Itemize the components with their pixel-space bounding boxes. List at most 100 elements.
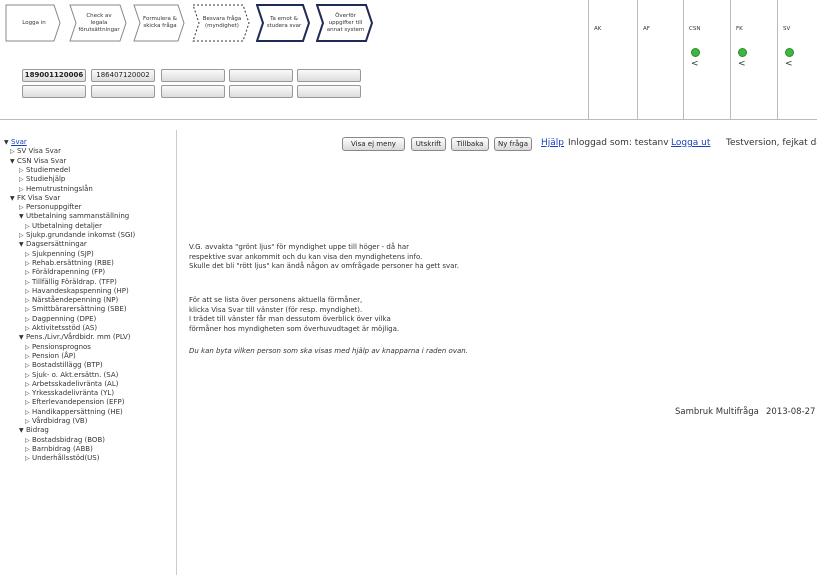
collapsed-triangle-icon[interactable]: ▷ bbox=[25, 436, 32, 445]
tree-item-label[interactable]: Hemutrustningslån bbox=[26, 185, 93, 193]
tree-item-label[interactable]: Närståendepenning (NP) bbox=[32, 296, 118, 304]
tree-item-label[interactable]: Bostadstillägg (BTP) bbox=[32, 361, 103, 369]
tree-item[interactable]: ▷ SV Visa Svar bbox=[10, 147, 61, 156]
tree-item[interactable]: ▷ Yrkesskadelivränta (YL) bbox=[25, 389, 114, 398]
tree-item-label[interactable]: Pensionsprognos bbox=[32, 343, 91, 351]
tree-item-label[interactable]: Studiemedel bbox=[26, 166, 70, 174]
tree-item-label[interactable]: Handikappersättning (HE) bbox=[32, 408, 123, 416]
tree-item[interactable]: ▷ Smittbärarersättning (SBE) bbox=[25, 305, 127, 314]
collapsed-triangle-icon[interactable]: ▷ bbox=[10, 147, 17, 156]
tree-item-label[interactable]: Pens./Livr./Vårdbidr. mm (PLV) bbox=[26, 333, 130, 341]
tree-item-label[interactable]: Vårdbidrag (VB) bbox=[32, 417, 87, 425]
tree-item[interactable]: ▷ Studiehjälp bbox=[19, 175, 65, 184]
collapsed-triangle-icon[interactable]: ▷ bbox=[19, 231, 26, 240]
tree-item-label[interactable]: Dagpenning (DPE) bbox=[32, 315, 96, 323]
collapsed-triangle-icon[interactable]: ▷ bbox=[25, 250, 32, 259]
person-button[interactable] bbox=[22, 85, 86, 98]
tree-item[interactable]: ▷ Personuppgifter bbox=[19, 203, 82, 212]
tree-item[interactable]: ▷ Barnbidrag (ABB) bbox=[25, 445, 93, 454]
tree-item-label[interactable]: Utbetalning detaljer bbox=[32, 222, 102, 230]
collapsed-triangle-icon[interactable]: ▷ bbox=[25, 296, 32, 305]
tree-item-label[interactable]: SV Visa Svar bbox=[17, 147, 61, 155]
tree-item[interactable]: ▷ Sjukp.grundande inkomst (SGI) bbox=[19, 231, 135, 240]
tree-item-label[interactable]: Smittbärarersättning (SBE) bbox=[32, 305, 127, 313]
tree-item[interactable]: ▼ Bidrag bbox=[19, 426, 49, 435]
tree-item[interactable]: ▷ Vårdbidrag (VB) bbox=[25, 417, 87, 426]
tree-item-label[interactable]: Sjuk- o. Akt.ersättn. (SA) bbox=[32, 371, 118, 379]
tree-item-label[interactable]: Tillfällig Föräldrap. (TFP) bbox=[32, 278, 117, 286]
tree-item[interactable]: ▷ Pension (ÅP) bbox=[25, 352, 76, 361]
expand-arrow-icon[interactable]: < bbox=[691, 59, 699, 69]
tree-item[interactable]: ▷ Studiemedel bbox=[19, 166, 70, 175]
collapsed-triangle-icon[interactable]: ▷ bbox=[25, 352, 32, 361]
tree-item-label[interactable]: Svar bbox=[11, 138, 27, 146]
tree-item-label[interactable]: Arbetsskadelivränta (AL) bbox=[32, 380, 118, 388]
expand-arrow-icon[interactable]: < bbox=[738, 59, 746, 69]
tree-item[interactable]: ▷ Dagpenning (DPE) bbox=[25, 315, 96, 324]
expanded-triangle-icon[interactable]: ▼ bbox=[10, 194, 17, 203]
tree-item[interactable]: ▷ Efterlevandepension (EFP) bbox=[25, 398, 124, 407]
tree-item-label[interactable]: Sjukpenning (SJP) bbox=[32, 250, 94, 258]
collapsed-triangle-icon[interactable]: ▷ bbox=[19, 203, 26, 212]
tree-item[interactable]: ▷ Sjuk- o. Akt.ersättn. (SA) bbox=[25, 371, 118, 380]
logout-link[interactable]: Logga ut bbox=[671, 138, 710, 148]
tree-item[interactable]: ▷ Föräldrapenning (FP) bbox=[25, 268, 105, 277]
collapsed-triangle-icon[interactable]: ▷ bbox=[25, 398, 32, 407]
utskrift-button[interactable]: Utskrift bbox=[411, 137, 446, 151]
collapsed-triangle-icon[interactable]: ▷ bbox=[25, 371, 32, 380]
expanded-triangle-icon[interactable]: ▼ bbox=[4, 138, 11, 147]
ny-fraga-button[interactable]: Ny fråga bbox=[494, 137, 532, 151]
person-button[interactable] bbox=[161, 85, 225, 98]
tree-item-label[interactable]: Bostadsbidrag (BOB) bbox=[32, 436, 105, 444]
person-button[interactable]: 189001120006 bbox=[22, 69, 86, 82]
collapsed-triangle-icon[interactable]: ▷ bbox=[25, 278, 32, 287]
tree-item[interactable]: ▼ Utbetalning sammanställning bbox=[19, 212, 129, 221]
tree-item[interactable]: ▷ Utbetalning detaljer bbox=[25, 222, 102, 231]
tree-item-label[interactable]: Efterlevandepension (EFP) bbox=[32, 398, 124, 406]
expand-arrow-icon[interactable]: < bbox=[785, 59, 793, 69]
tree-item[interactable]: ▷ Rehab.ersättning (RBE) bbox=[25, 259, 114, 268]
tree-item-label[interactable]: Sjukp.grundande inkomst (SGI) bbox=[26, 231, 135, 239]
tree-item-label[interactable]: Studiehjälp bbox=[26, 175, 65, 183]
tree-item-label[interactable]: Underhållsstöd(US) bbox=[32, 454, 99, 462]
visa-ej-meny-button[interactable]: Visa ej meny bbox=[342, 137, 405, 151]
help-link[interactable]: Hjälp bbox=[541, 138, 564, 148]
collapsed-triangle-icon[interactable]: ▷ bbox=[25, 287, 32, 296]
tree-item-label[interactable]: Dagsersättningar bbox=[26, 240, 87, 248]
collapsed-triangle-icon[interactable]: ▷ bbox=[19, 175, 26, 184]
collapsed-triangle-icon[interactable]: ▷ bbox=[25, 305, 32, 314]
collapsed-triangle-icon[interactable]: ▷ bbox=[25, 315, 32, 324]
tree-item-label[interactable]: Föräldrapenning (FP) bbox=[32, 268, 105, 276]
tree-item[interactable]: ▷ Hemutrustningslån bbox=[19, 185, 93, 194]
collapsed-triangle-icon[interactable]: ▷ bbox=[25, 268, 32, 277]
person-button[interactable] bbox=[229, 85, 293, 98]
tree-item[interactable]: ▷ Handikappersättning (HE) bbox=[25, 408, 123, 417]
collapsed-triangle-icon[interactable]: ▷ bbox=[25, 361, 32, 370]
person-button[interactable] bbox=[297, 69, 361, 82]
tree-item-label[interactable]: FK Visa Svar bbox=[17, 194, 60, 202]
tree-item[interactable]: ▼ CSN Visa Svar bbox=[10, 157, 66, 166]
tree-item-label[interactable]: Personuppgifter bbox=[26, 203, 82, 211]
tree-item-label[interactable]: Havandeskapspenning (HP) bbox=[32, 287, 129, 295]
tree-item-label[interactable]: Rehab.ersättning (RBE) bbox=[32, 259, 114, 267]
tree-item[interactable]: ▷ Sjukpenning (SJP) bbox=[25, 250, 94, 259]
tree-item-label[interactable]: Bidrag bbox=[26, 426, 49, 434]
expanded-triangle-icon[interactable]: ▼ bbox=[10, 157, 17, 166]
collapsed-triangle-icon[interactable]: ▷ bbox=[25, 222, 32, 231]
tree-item-label[interactable]: Pension (ÅP) bbox=[32, 352, 76, 360]
collapsed-triangle-icon[interactable]: ▷ bbox=[25, 389, 32, 398]
tree-item-label[interactable]: CSN Visa Svar bbox=[17, 157, 66, 165]
expanded-triangle-icon[interactable]: ▼ bbox=[19, 426, 26, 435]
tree-item[interactable]: ▼ Dagsersättningar bbox=[19, 240, 87, 249]
person-button[interactable] bbox=[161, 69, 225, 82]
tree-item[interactable]: ▷ Underhållsstöd(US) bbox=[25, 454, 99, 463]
tree-item[interactable]: ▷ Närståendepenning (NP) bbox=[25, 296, 118, 305]
tree-item[interactable]: ▷ Bostadsbidrag (BOB) bbox=[25, 436, 105, 445]
person-button[interactable] bbox=[229, 69, 293, 82]
tillbaka-button[interactable]: Tillbaka bbox=[451, 137, 489, 151]
tree-item-label[interactable]: Yrkesskadelivränta (YL) bbox=[32, 389, 114, 397]
tree-item-label[interactable]: Aktivitetsstöd (AS) bbox=[32, 324, 97, 332]
tree-item[interactable]: ▷ Arbetsskadelivränta (AL) bbox=[25, 380, 118, 389]
collapsed-triangle-icon[interactable]: ▷ bbox=[25, 445, 32, 454]
tree-item[interactable]: ▷ Tillfällig Föräldrap. (TFP) bbox=[25, 278, 117, 287]
